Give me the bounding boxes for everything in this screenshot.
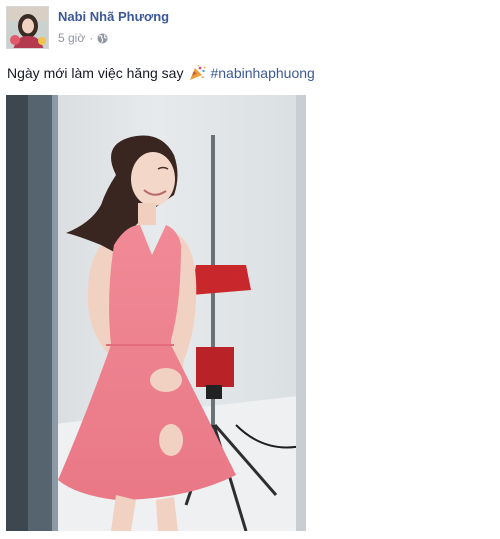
hashtag-link[interactable]: #nabinhaphuong xyxy=(210,65,314,81)
author-name[interactable]: Nabi Nhã Phương xyxy=(58,9,169,24)
caption-text: Ngày mới làm việc hăng say xyxy=(7,65,184,81)
facebook-post: Nabi Nhã Phương 5 giờ · Ngày mới làm việ… xyxy=(0,0,500,539)
post-timestamp[interactable]: 5 giờ xyxy=(58,31,85,45)
post-caption: Ngày mới làm việc hăng say #nabinhaphuon… xyxy=(7,64,315,81)
meta-separator: · xyxy=(89,31,94,45)
post-meta: 5 giờ · xyxy=(58,31,108,45)
post-photo[interactable] xyxy=(6,95,306,531)
party-popper-icon xyxy=(189,64,207,81)
author-avatar[interactable] xyxy=(6,6,49,49)
globe-icon[interactable] xyxy=(97,33,108,44)
